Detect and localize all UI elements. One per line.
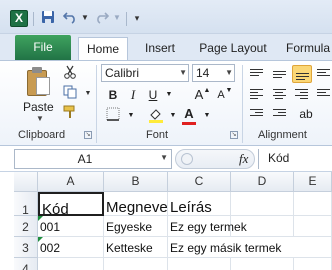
- font-launcher-icon[interactable]: ↘: [230, 131, 238, 139]
- clipboard-launcher-icon[interactable]: ↘: [84, 131, 92, 139]
- group-separator: [96, 65, 97, 143]
- cell-b1[interactable]: Megnevezés: [104, 192, 168, 216]
- row-header-1[interactable]: 1: [14, 192, 38, 217]
- cell-e4[interactable]: [294, 258, 332, 270]
- cut-icon[interactable]: [62, 65, 78, 81]
- font-color-dropdown-icon[interactable]: ▼: [198, 107, 216, 125]
- bold-button[interactable]: B: [104, 86, 122, 104]
- save-icon[interactable]: [40, 10, 56, 26]
- group-separator: [242, 65, 243, 143]
- tab-page-layout[interactable]: Page Layout: [196, 37, 270, 60]
- cell-a2-value: 001: [40, 220, 61, 234]
- row-header-4[interactable]: 4: [14, 258, 38, 270]
- cell-c3[interactable]: Ez egy másik termek: [168, 237, 332, 258]
- chevron-down-icon[interactable]: ▼: [225, 65, 233, 81]
- select-all-corner[interactable]: [14, 172, 38, 192]
- font-color-swatch: [182, 122, 196, 125]
- name-box[interactable]: A1 ▼: [14, 149, 172, 169]
- wrap-text-icon[interactable]: [314, 65, 332, 83]
- tab-insert[interactable]: Insert: [138, 37, 182, 60]
- error-indicator-icon: [38, 237, 43, 242]
- paste-button[interactable]: Paste: [23, 100, 54, 114]
- italic-button[interactable]: I: [124, 86, 142, 104]
- cell-d1[interactable]: [231, 192, 294, 216]
- toolbar-separator: [33, 12, 34, 26]
- paste-icon[interactable]: [24, 67, 52, 97]
- align-middle-icon[interactable]: [270, 65, 290, 83]
- font-name-value: Calibri: [105, 66, 140, 80]
- undo-dropdown-icon[interactable]: ▼: [77, 10, 93, 26]
- column-header-e[interactable]: E: [294, 172, 332, 192]
- borders-dropdown-icon[interactable]: ▼: [122, 107, 140, 125]
- font-name-combo[interactable]: Calibri ▼: [101, 64, 189, 82]
- tab-home[interactable]: Home: [78, 37, 128, 60]
- redo-dropdown-icon[interactable]: ▼: [109, 10, 125, 26]
- font-group-label: Font: [146, 129, 169, 141]
- insert-function-icon[interactable]: fx: [239, 151, 248, 167]
- cell-a3-value: 002: [40, 241, 61, 255]
- fill-color-icon[interactable]: [147, 107, 165, 125]
- borders-icon[interactable]: [104, 107, 122, 125]
- cell-c2[interactable]: Ez egy termek: [168, 216, 247, 237]
- cell-a1[interactable]: Kód: [38, 192, 104, 218]
- cell-d4[interactable]: [231, 258, 294, 270]
- cell-c1[interactable]: Leírás: [168, 192, 231, 216]
- redo-icon[interactable]: [94, 10, 110, 26]
- copy-icon[interactable]: [62, 85, 78, 101]
- align-left-icon[interactable]: [247, 85, 267, 103]
- tab-file[interactable]: File: [15, 35, 71, 60]
- font-size-value: 14: [196, 66, 210, 80]
- underline-dropdown-icon[interactable]: ▼: [160, 86, 178, 104]
- tab-formulas[interactable]: Formula: [286, 37, 332, 60]
- cell-a4[interactable]: [38, 258, 104, 270]
- align-center-icon[interactable]: [270, 85, 290, 103]
- align-right-icon[interactable]: [292, 85, 312, 103]
- cell-b4[interactable]: [104, 258, 168, 270]
- shrink-arrow-icon: ▼: [225, 87, 233, 94]
- column-header-a[interactable]: A: [38, 172, 104, 192]
- error-indicator-icon: [38, 216, 43, 221]
- cell-d2[interactable]: [231, 216, 294, 237]
- merge-center-icon[interactable]: [314, 85, 332, 103]
- orientation-icon[interactable]: ab: [296, 105, 316, 123]
- expand-icon[interactable]: [181, 153, 193, 165]
- decrease-indent-icon[interactable]: [247, 105, 267, 123]
- cell-a3[interactable]: 002: [38, 237, 104, 258]
- column-header-b[interactable]: B: [104, 172, 168, 192]
- font-color-button[interactable]: A: [180, 105, 198, 123]
- paste-dropdown-icon[interactable]: ▼: [36, 114, 44, 123]
- font-size-combo[interactable]: 14 ▼: [192, 64, 235, 82]
- cell-a2[interactable]: 001: [38, 216, 104, 237]
- customize-toolbar-icon[interactable]: ▾: [129, 10, 145, 26]
- row-header-2[interactable]: 2: [14, 216, 38, 237]
- formula-input[interactable]: Kód: [258, 149, 332, 169]
- cell-b2[interactable]: Egyeske: [104, 216, 168, 237]
- cell-c4[interactable]: [168, 258, 231, 270]
- toolbar-separator: [126, 12, 127, 26]
- alignment-group-label: Alignment: [258, 129, 307, 141]
- copy-dropdown-icon[interactable]: ▼: [80, 86, 96, 102]
- increase-indent-icon[interactable]: [270, 105, 290, 123]
- quick-access-toolbar: X ▼ ▼ ▾: [0, 0, 332, 34]
- align-bottom-icon[interactable]: [292, 65, 312, 83]
- cell-e2[interactable]: [294, 216, 332, 237]
- format-painter-icon[interactable]: [62, 105, 78, 121]
- align-top-icon[interactable]: [247, 65, 267, 83]
- cell-e1[interactable]: [294, 192, 332, 216]
- column-header-d[interactable]: D: [231, 172, 294, 192]
- excel-logo-icon[interactable]: X: [10, 10, 28, 27]
- undo-icon[interactable]: [62, 10, 78, 26]
- clipboard-group-label: Clipboard: [18, 129, 66, 141]
- chevron-down-icon[interactable]: ▼: [179, 65, 187, 81]
- ribbon-tabs: File Home Insert Page Layout Formula: [0, 34, 332, 60]
- chevron-down-icon[interactable]: ▼: [160, 153, 168, 162]
- formula-bar: A1 ▼ fx Kód: [0, 146, 332, 172]
- ribbon-home: Paste ▼ ▼ Clipboard ↘ Calibri ▼ 14 ▼ B I…: [0, 60, 332, 146]
- cell-b3[interactable]: Ketteske: [104, 237, 168, 258]
- row-header-3[interactable]: 3: [14, 237, 38, 258]
- column-header-c[interactable]: C: [168, 172, 231, 192]
- name-box-value: A1: [77, 152, 93, 166]
